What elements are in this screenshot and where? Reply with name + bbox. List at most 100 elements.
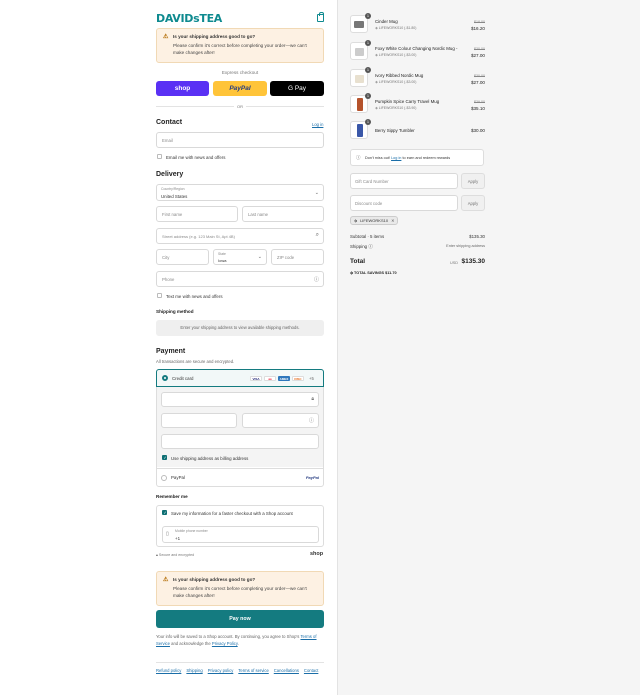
product-name: Berry Sippy Tumbler bbox=[375, 128, 415, 133]
express-checkout-label: Express checkout bbox=[221, 70, 259, 75]
brand-logo[interactable]: DAVIDsTEA bbox=[156, 12, 222, 25]
discount-code-field[interactable]: Discount code bbox=[350, 195, 458, 211]
credit-card-radio[interactable] bbox=[162, 375, 168, 381]
quantity-badge: 1 bbox=[365, 13, 371, 19]
product-discount: ⬗ LIFEWORKS10 (-$3.00) bbox=[375, 53, 416, 57]
credit-card-label: Credit card bbox=[172, 376, 194, 381]
paypal-option-label: PayPal bbox=[171, 475, 185, 480]
divider bbox=[156, 106, 234, 107]
save-info-label: Save my information for a faster checkou… bbox=[171, 511, 293, 516]
privacy-policy-link[interactable]: Privacy policy bbox=[208, 668, 234, 673]
shop-pay-button[interactable]: shop bbox=[156, 81, 209, 96]
credit-card-option[interactable]: Credit card VISA ●● AMEX DISC +5 bbox=[156, 369, 324, 387]
mobile-phone-field[interactable]: ▯ Mobile phone number +1 bbox=[162, 526, 319, 543]
subtotal-label: Subtotal · 5 items bbox=[350, 234, 385, 239]
paypal-label: PayPal bbox=[229, 85, 251, 92]
text-news-checkbox[interactable] bbox=[157, 293, 162, 298]
zip-field[interactable]: ZIP code bbox=[271, 249, 324, 265]
email-news-label: Email me with news and offers bbox=[166, 155, 226, 160]
cancellations-link[interactable]: Cancellations bbox=[274, 668, 299, 673]
quantity-badge: 1 bbox=[365, 67, 371, 73]
quantity-badge: 1 bbox=[365, 93, 371, 99]
cart-item: 1 Ivory Ribbed Nordic Mug ⬗ LIFEWORKS10 … bbox=[350, 67, 486, 91]
address-warning-top: ⚠ Is your shipping address good to go? P… bbox=[156, 28, 324, 63]
first-name-field[interactable]: First name bbox=[156, 206, 238, 222]
paypal-option[interactable]: PayPal PayPal bbox=[157, 468, 323, 486]
email-placeholder: Email bbox=[162, 138, 173, 143]
product-price: $30.00 bbox=[470, 128, 485, 133]
phone-placeholder: Phone bbox=[162, 277, 175, 282]
tag-icon: ⬗ bbox=[350, 271, 353, 275]
product-name: Foxy White Colour Changing Nordic Mug - bbox=[375, 46, 458, 51]
billing-address-label: Use shipping address as billing address bbox=[171, 456, 249, 461]
help-icon[interactable]: ⓘ bbox=[368, 244, 372, 249]
state-label: State bbox=[218, 252, 226, 256]
chevron-down-icon: ⌄ bbox=[314, 190, 319, 196]
product-old-price: $39.00 bbox=[474, 100, 485, 104]
email-news-checkbox[interactable] bbox=[157, 154, 162, 159]
privacy-link[interactable]: Privacy Policy bbox=[212, 641, 238, 646]
remember-box: Save my information for a faster checkou… bbox=[156, 505, 324, 547]
login-link[interactable]: Log in bbox=[312, 122, 323, 127]
savings-value: $11.70 bbox=[385, 271, 397, 275]
state-select[interactable]: State Iowa ⌄ bbox=[213, 249, 267, 265]
total-value: $135.30 bbox=[461, 258, 486, 265]
rewards-banner: ⓘ Don't miss out! Log in to earn and red… bbox=[350, 149, 484, 166]
save-info-checkbox[interactable] bbox=[162, 510, 167, 515]
quantity-badge: 1 bbox=[365, 119, 371, 125]
gift-card-placeholder: Gift Card Number bbox=[355, 179, 389, 184]
address-field[interactable]: Street address (e.g. 123 Main St, Apt 4B… bbox=[156, 228, 324, 244]
divider bbox=[246, 106, 324, 107]
gift-card-field[interactable]: Gift Card Number bbox=[350, 173, 458, 189]
cart-bag-icon[interactable] bbox=[317, 12, 324, 22]
billing-address-checkbox[interactable] bbox=[162, 455, 167, 460]
product-discount-label: LIFEWORKS10 (-$3.90) bbox=[378, 106, 417, 110]
secure-note: 🔒︎ Secure and encrypted bbox=[156, 553, 194, 557]
product-price: $16.20 bbox=[470, 26, 485, 31]
rewards-login-link[interactable]: Log in bbox=[391, 156, 401, 160]
legal-text-1: Your info will be saved to a Shop accoun… bbox=[156, 634, 300, 639]
city-field[interactable]: City bbox=[156, 249, 209, 265]
shipping-method-placeholder: Enter your shipping address to view avai… bbox=[180, 325, 300, 330]
paypal-radio[interactable] bbox=[161, 475, 167, 481]
mastercard-icon: ●● bbox=[264, 376, 276, 381]
terms-of-service-link[interactable]: Terms of service bbox=[238, 668, 268, 673]
expiration-field[interactable] bbox=[161, 413, 237, 428]
discount-apply-button[interactable]: Apply bbox=[461, 195, 485, 211]
product-price: $27.00 bbox=[470, 53, 485, 58]
contact-link[interactable]: Contact bbox=[304, 668, 318, 673]
card-number-field[interactable]: 🔒︎ bbox=[161, 392, 319, 407]
google-pay-button[interactable]: G Pay bbox=[270, 81, 324, 96]
amex-icon: AMEX bbox=[278, 376, 290, 381]
applied-discount-code: LIFEWORKS10 bbox=[360, 218, 389, 223]
remember-heading: Remember me bbox=[156, 494, 188, 499]
gift-card-apply-button[interactable]: Apply bbox=[461, 173, 485, 189]
footer-links: Refund policy Shipping Privacy policy Te… bbox=[156, 668, 324, 673]
rewards-text: Don't miss out! Log in to earn and redee… bbox=[365, 156, 450, 160]
mobile-value: +1 bbox=[175, 536, 181, 541]
shop-pay-label: shop bbox=[174, 85, 191, 92]
email-field[interactable]: Email bbox=[156, 132, 324, 148]
refund-policy-link[interactable]: Refund policy bbox=[156, 668, 181, 673]
paypal-logo-icon: PayPal bbox=[305, 475, 319, 480]
country-select[interactable]: Country/Region United States ⌄ bbox=[156, 184, 324, 201]
product-name: Ivory Ribbed Nordic Mug bbox=[375, 73, 424, 78]
shipping-value: Enter shipping address bbox=[446, 244, 485, 248]
quantity-badge: 1 bbox=[365, 40, 371, 46]
name-on-card-field[interactable] bbox=[161, 434, 319, 449]
product-discount: ⬗ LIFEWORKS10 (-$3.00) bbox=[375, 80, 416, 84]
help-icon[interactable]: ⓘ bbox=[309, 417, 314, 424]
shipping-policy-link[interactable]: Shipping bbox=[186, 668, 202, 673]
security-code-field[interactable]: ⓘ bbox=[242, 413, 319, 428]
payment-subtext: All transactions are secure and encrypte… bbox=[156, 359, 235, 364]
pay-now-button[interactable]: Pay now bbox=[156, 610, 324, 628]
info-icon: ⓘ bbox=[356, 155, 361, 160]
close-icon[interactable]: ✕ bbox=[391, 218, 394, 223]
help-icon[interactable]: ⓘ bbox=[314, 276, 319, 283]
product-old-price: $30.00 bbox=[474, 47, 485, 51]
phone-field[interactable]: Phone ⓘ bbox=[156, 271, 324, 287]
paypal-button[interactable]: PayPal bbox=[213, 81, 267, 96]
product-discount: ⬗ LIFEWORKS10 (-$3.90) bbox=[375, 106, 416, 110]
last-name-field[interactable]: Last name bbox=[242, 206, 324, 222]
discount-code-placeholder: Discount code bbox=[355, 201, 383, 206]
